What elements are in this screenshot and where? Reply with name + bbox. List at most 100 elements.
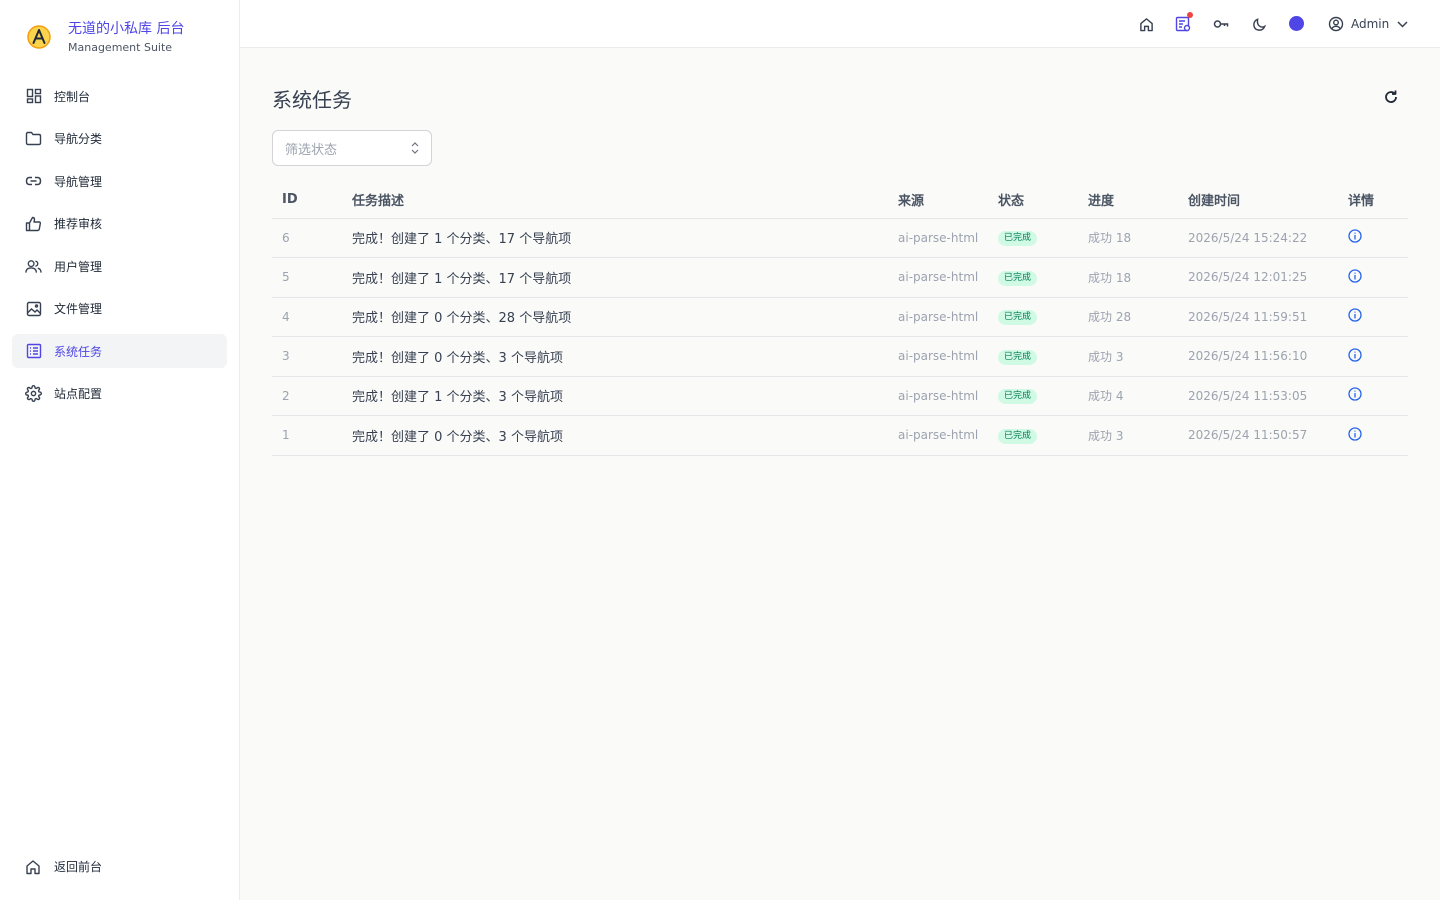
sidebar-item-nav-management[interactable]: 导航管理 <box>12 164 227 198</box>
brand-title: 无道的小私库 后台 <box>68 21 185 37</box>
topbar: Admin <box>240 0 1440 48</box>
task-description: 完成！创建了 0 个分类、3 个导航项 <box>342 336 888 377</box>
dashboard-icon <box>25 88 42 105</box>
task-created-time: 2026/5/24 15:24:22 <box>1178 218 1338 258</box>
info-icon[interactable] <box>1348 387 1362 401</box>
column-header-created[interactable]: 创建时间 <box>1178 181 1338 219</box>
folder-icon <box>25 130 42 147</box>
back-label: 返回前台 <box>54 860 103 874</box>
back-to-frontend-link[interactable]: 返回前台 <box>25 858 102 875</box>
thumb-up-icon <box>25 215 42 232</box>
column-header-source[interactable]: 来源 <box>888 181 988 219</box>
column-header-details: 详情 <box>1338 181 1408 219</box>
info-icon[interactable] <box>1348 229 1362 243</box>
brand[interactable]: 无道的小私库 后台 Management Suite <box>26 18 184 55</box>
refresh-icon[interactable] <box>1383 89 1399 105</box>
brand-subtitle: Management Suite <box>68 41 173 54</box>
task-progress: 成功 3 <box>1078 336 1178 377</box>
table-row[interactable]: 3 完成！创建了 0 个分类、3 个导航项 ai-parse-html 已完成 … <box>272 336 1408 377</box>
task-list-icon <box>25 343 42 360</box>
sidebar-item-dashboard[interactable]: 控制台 <box>12 79 227 113</box>
sidebar-item-label: 导航管理 <box>54 174 103 189</box>
sidebar-item-files[interactable]: 文件管理 <box>12 292 227 326</box>
sidebar-item-system-tasks[interactable]: 系统任务 <box>12 334 227 368</box>
task-description: 完成！创建了 0 个分类、3 个导航项 <box>342 415 888 456</box>
task-description: 完成！创建了 1 个分类、17 个导航项 <box>342 218 888 258</box>
table-row[interactable]: 1 完成！创建了 0 个分类、3 个导航项 ai-parse-html 已完成 … <box>272 415 1408 456</box>
column-header-status[interactable]: 状态 <box>988 181 1078 219</box>
task-id: 4 <box>272 297 342 337</box>
status-badge: 已完成 <box>998 389 1038 405</box>
task-progress: 成功 4 <box>1078 376 1178 416</box>
task-created-time: 2026/5/24 11:50:57 <box>1178 415 1338 456</box>
task-id: 6 <box>272 218 342 258</box>
column-header-progress[interactable]: 进度 <box>1078 181 1178 219</box>
status-badge: 已完成 <box>998 310 1038 326</box>
task-notification-icon[interactable] <box>1174 12 1193 33</box>
sidebar-item-label: 推荐审核 <box>54 217 103 231</box>
status-badge: 已完成 <box>998 428 1038 444</box>
chevron-updown-icon <box>411 142 419 154</box>
users-icon <box>25 258 42 275</box>
task-source: ai-parse-html <box>888 218 988 258</box>
task-created-time: 2026/5/24 11:53:05 <box>1178 376 1338 416</box>
link-icon <box>25 173 42 190</box>
key-icon[interactable] <box>1212 15 1230 33</box>
info-icon[interactable] <box>1348 308 1362 322</box>
sidebar-item-label: 用户管理 <box>54 259 103 274</box>
tasks-table: ID 任务描述 来源 状态 进度 创建时间 详情 6 完成！创建了 1 个分类、… <box>272 181 1408 456</box>
moon-icon[interactable] <box>1250 15 1268 33</box>
column-header-description[interactable]: 任务描述 <box>342 181 888 219</box>
task-description: 完成！创建了 0 个分类、28 个导航项 <box>342 297 888 337</box>
theme-color-picker[interactable] <box>1289 16 1304 31</box>
chevron-down-icon <box>1397 20 1408 28</box>
info-icon[interactable] <box>1348 348 1362 362</box>
task-progress: 成功 18 <box>1078 257 1178 298</box>
image-icon <box>25 300 42 317</box>
sidebar-item-label: 系统任务 <box>54 344 103 359</box>
table-row[interactable]: 6 完成！创建了 1 个分类、17 个导航项 ai-parse-html 已完成… <box>272 218 1408 258</box>
table-row[interactable]: 5 完成！创建了 1 个分类、17 个导航项 ai-parse-html 已完成… <box>272 257 1408 298</box>
task-description: 完成！创建了 1 个分类、17 个导航项 <box>342 257 888 298</box>
table-row[interactable]: 4 完成！创建了 0 个分类、28 个导航项 ai-parse-html 已完成… <box>272 297 1408 337</box>
task-source: ai-parse-html <box>888 376 988 416</box>
task-created-time: 2026/5/24 12:01:25 <box>1178 257 1338 298</box>
status-filter-select[interactable]: 筛选状态 <box>272 130 432 166</box>
task-source: ai-parse-html <box>888 336 988 377</box>
task-source: ai-parse-html <box>888 297 988 337</box>
task-progress: 成功 18 <box>1078 218 1178 258</box>
sidebar: 无道的小私库 后台 Management Suite 控制台 导航分类 导航管理 <box>0 0 240 900</box>
info-icon[interactable] <box>1348 269 1362 283</box>
sidebar-item-users[interactable]: 用户管理 <box>12 249 227 283</box>
user-name: Admin <box>1351 17 1390 31</box>
task-description: 完成！创建了 1 个分类、3 个导航项 <box>342 376 888 416</box>
home-icon[interactable] <box>1137 15 1155 33</box>
task-source: ai-parse-html <box>888 415 988 456</box>
page-title: 系统任务 <box>272 88 352 112</box>
task-progress: 成功 28 <box>1078 297 1178 337</box>
task-progress: 成功 3 <box>1078 415 1178 456</box>
sidebar-nav: 控制台 导航分类 导航管理 推荐审核 用户管理 文件管理 系统任务 站点配置 <box>12 79 227 419</box>
status-filter-placeholder: 筛选状态 <box>285 142 338 158</box>
task-id: 1 <box>272 415 342 456</box>
status-badge: 已完成 <box>998 270 1038 286</box>
task-id: 2 <box>272 376 342 416</box>
task-id: 5 <box>272 257 342 298</box>
task-source: ai-parse-html <box>888 257 988 298</box>
info-icon[interactable] <box>1348 427 1362 441</box>
sidebar-item-label: 文件管理 <box>54 302 103 316</box>
user-menu[interactable]: Admin <box>1328 14 1408 34</box>
notification-dot <box>1187 12 1193 18</box>
sidebar-item-site-config[interactable]: 站点配置 <box>12 377 227 411</box>
gear-icon <box>25 385 42 402</box>
table-header-row: ID 任务描述 来源 状态 进度 创建时间 详情 <box>272 181 1408 219</box>
sidebar-item-nav-categories[interactable]: 导航分类 <box>12 122 227 156</box>
logo-icon <box>27 25 51 49</box>
sidebar-item-recommend-review[interactable]: 推荐审核 <box>12 207 227 241</box>
task-created-time: 2026/5/24 11:59:51 <box>1178 297 1338 337</box>
sidebar-item-label: 站点配置 <box>54 387 103 401</box>
table-row[interactable]: 2 完成！创建了 1 个分类、3 个导航项 ai-parse-html 已完成 … <box>272 376 1408 416</box>
column-header-id[interactable]: ID <box>272 181 342 219</box>
home-icon <box>25 858 42 875</box>
status-badge: 已完成 <box>998 349 1038 365</box>
